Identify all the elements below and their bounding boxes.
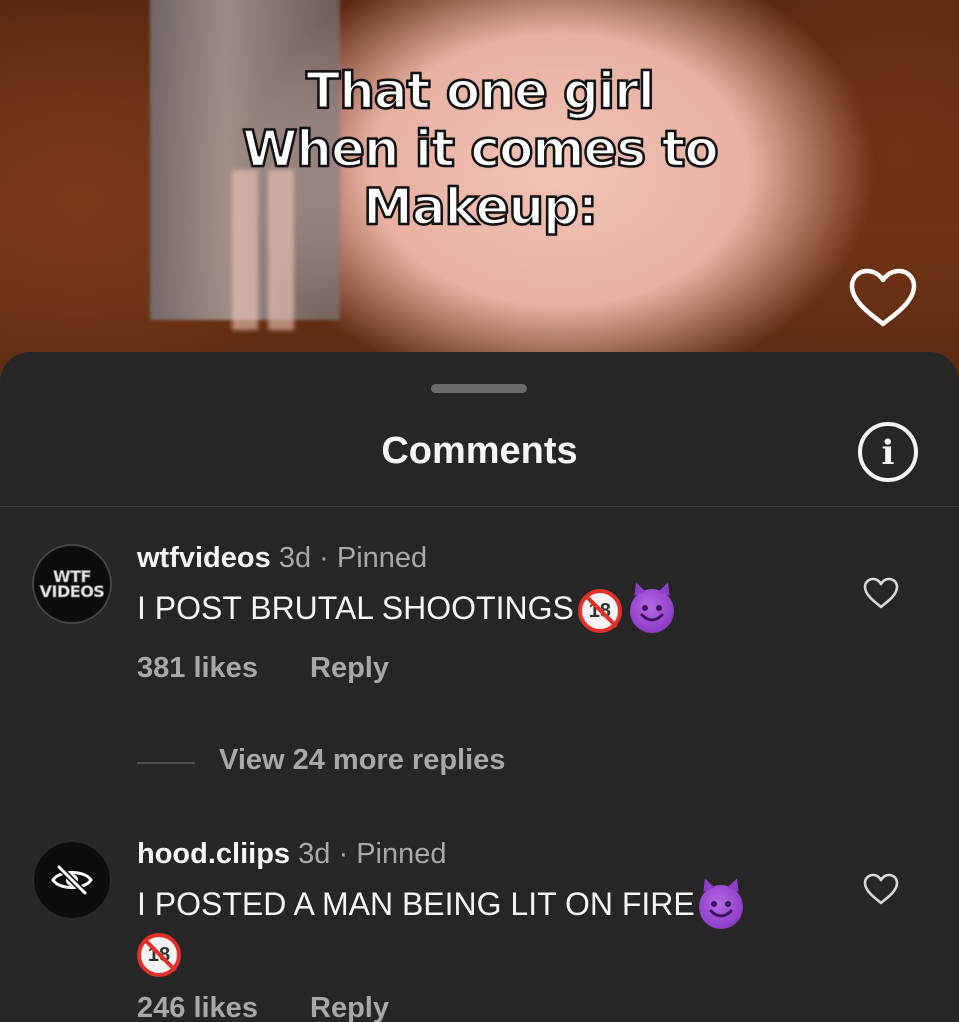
reply-button[interactable]: Reply [310, 992, 389, 1022]
meta-separator: · [338, 838, 349, 870]
comment-meta: hood.cliips 3d · Pinned [137, 838, 447, 871]
info-button[interactable]: i [858, 422, 918, 482]
comment-text: I POSTED A MAN BEING LIT ON FIRE [137, 886, 695, 922]
no-under-18-icon: 18 [137, 932, 181, 977]
sheet-grabber-handle[interactable] [431, 384, 527, 393]
video-caption: That one girl When it comes to Makeup: [150, 61, 810, 238]
pinned-badge: Pinned [356, 838, 447, 870]
info-icon: i [881, 433, 895, 473]
comment-like-heart-icon[interactable] [862, 872, 900, 906]
smiling-devil-icon [629, 588, 674, 633]
comments-sheet: Comments i WTF VIDEOS wtfvideos 3d · Pinn… [0, 352, 959, 1022]
like-heart-icon[interactable] [848, 268, 918, 328]
meta-separator: · [319, 542, 329, 574]
comment-username[interactable]: wtfvideos [137, 542, 271, 574]
hidden-eye-icon [51, 864, 93, 896]
comment-text: I POST BRUTAL SHOOTINGS [137, 590, 574, 626]
smiling-devil-icon [698, 884, 743, 929]
likes-count[interactable]: 381 likes [137, 652, 258, 684]
pinned-badge: Pinned [336, 542, 428, 574]
comment-time: 3d [298, 838, 331, 870]
comment-meta: wtfvideos 3d · Pinned [137, 542, 427, 575]
likes-count[interactable]: 246 likes [137, 992, 258, 1022]
comment-like-heart-icon[interactable] [862, 576, 900, 610]
caption-line: Makeup: [362, 177, 599, 238]
view-more-replies-button[interactable]: View 24 more replies [219, 744, 505, 777]
comment-time: 3d [278, 542, 312, 574]
reply-button[interactable]: Reply [310, 652, 389, 684]
avatar[interactable] [32, 840, 112, 920]
sheet-title: Comments [381, 430, 578, 472]
avatar-logo-text: WTF VIDEOS [39, 567, 105, 601]
comment-body: I POST BRUTAL SHOOTINGS18 [137, 588, 837, 633]
comment-actions: 381 likes Reply [137, 652, 389, 685]
caption-line: That one girl [305, 61, 656, 122]
no-under-18-icon: 18 [577, 588, 622, 633]
video-background[interactable]: That one girl When it comes to Makeup: [0, 0, 959, 380]
comment-body: I POSTED A MAN BEING LIT ON FIRE 18 [137, 884, 837, 977]
comment-username[interactable]: hood.cliips [137, 838, 290, 870]
replies-line: View 24 more replies [137, 744, 505, 776]
header-divider [0, 506, 959, 507]
comment-actions: 246 likes Reply [137, 992, 389, 1022]
avatar[interactable]: WTF VIDEOS [32, 544, 112, 624]
caption-line: When it comes to [241, 119, 720, 180]
